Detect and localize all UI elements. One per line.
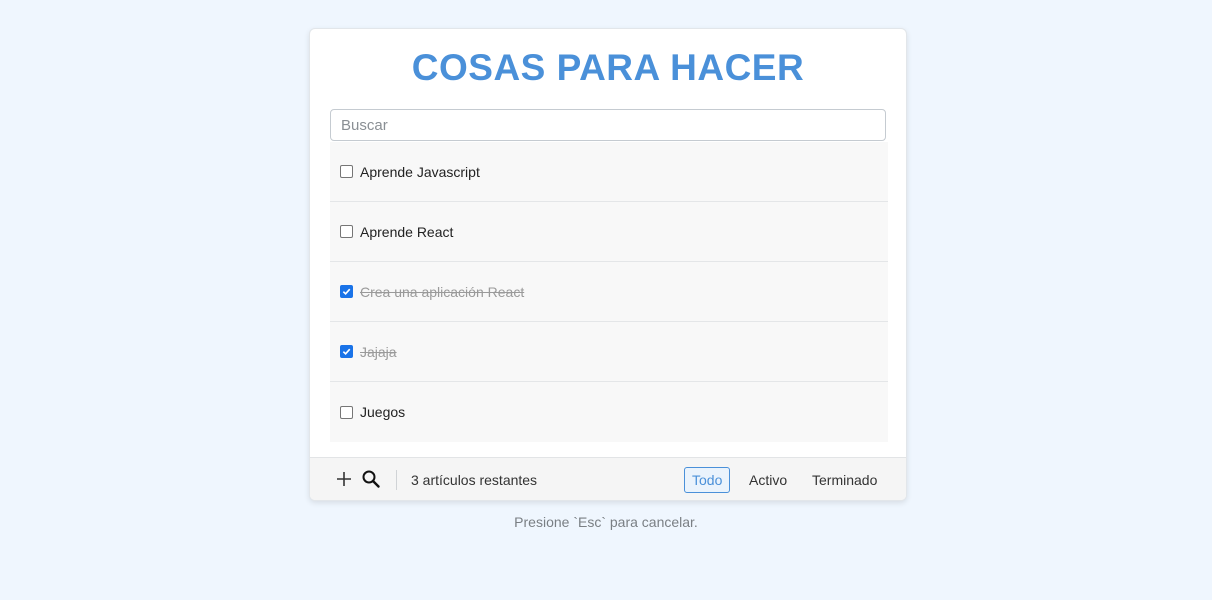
filter-all-button[interactable]: Todo	[684, 467, 731, 493]
todo-item[interactable]: Juegos	[330, 382, 888, 442]
todo-checkbox[interactable]	[340, 345, 353, 358]
items-remaining-count: 3 artículos restantes	[411, 472, 538, 488]
todo-item[interactable]: Jajaja	[330, 322, 888, 382]
check-icon	[342, 288, 351, 296]
todo-checkbox[interactable]	[340, 285, 353, 298]
todo-card: COSAS PARA HACER Aprende Javascript Apre…	[309, 28, 907, 501]
footer-divider	[396, 470, 397, 490]
todo-label: Crea una aplicación React	[360, 283, 525, 300]
todo-checkbox[interactable]	[340, 405, 353, 419]
todo-item[interactable]: Aprende Javascript	[330, 142, 888, 202]
cancel-hint: Presione `Esc` para cancelar.	[514, 514, 698, 530]
todo-item[interactable]: Crea una aplicación React	[330, 262, 888, 322]
footer-toolbar: 3 artículos restantes Todo Activo Termin…	[310, 457, 906, 500]
check-icon	[342, 348, 351, 356]
plus-icon[interactable]	[334, 469, 354, 489]
todo-label: Juegos	[360, 404, 406, 420]
filter-completed-button[interactable]: Terminado	[804, 467, 885, 493]
search-icon[interactable]	[361, 469, 381, 489]
todo-label: Aprende Javascript	[360, 163, 480, 180]
todo-label: Aprende React	[360, 223, 454, 240]
todo-list: Aprende Javascript Aprende React Crea un…	[330, 142, 888, 442]
search-input[interactable]	[330, 109, 886, 141]
todo-checkbox[interactable]	[340, 225, 353, 238]
todo-item[interactable]: Aprende React	[330, 202, 888, 262]
todo-label: Jajaja	[360, 343, 397, 360]
todo-checkbox[interactable]	[340, 165, 353, 178]
filter-active-button[interactable]: Activo	[741, 467, 795, 493]
app-title: COSAS PARA HACER	[411, 47, 805, 88]
page: COSAS PARA HACER Aprende Javascript Apre…	[0, 0, 1212, 600]
